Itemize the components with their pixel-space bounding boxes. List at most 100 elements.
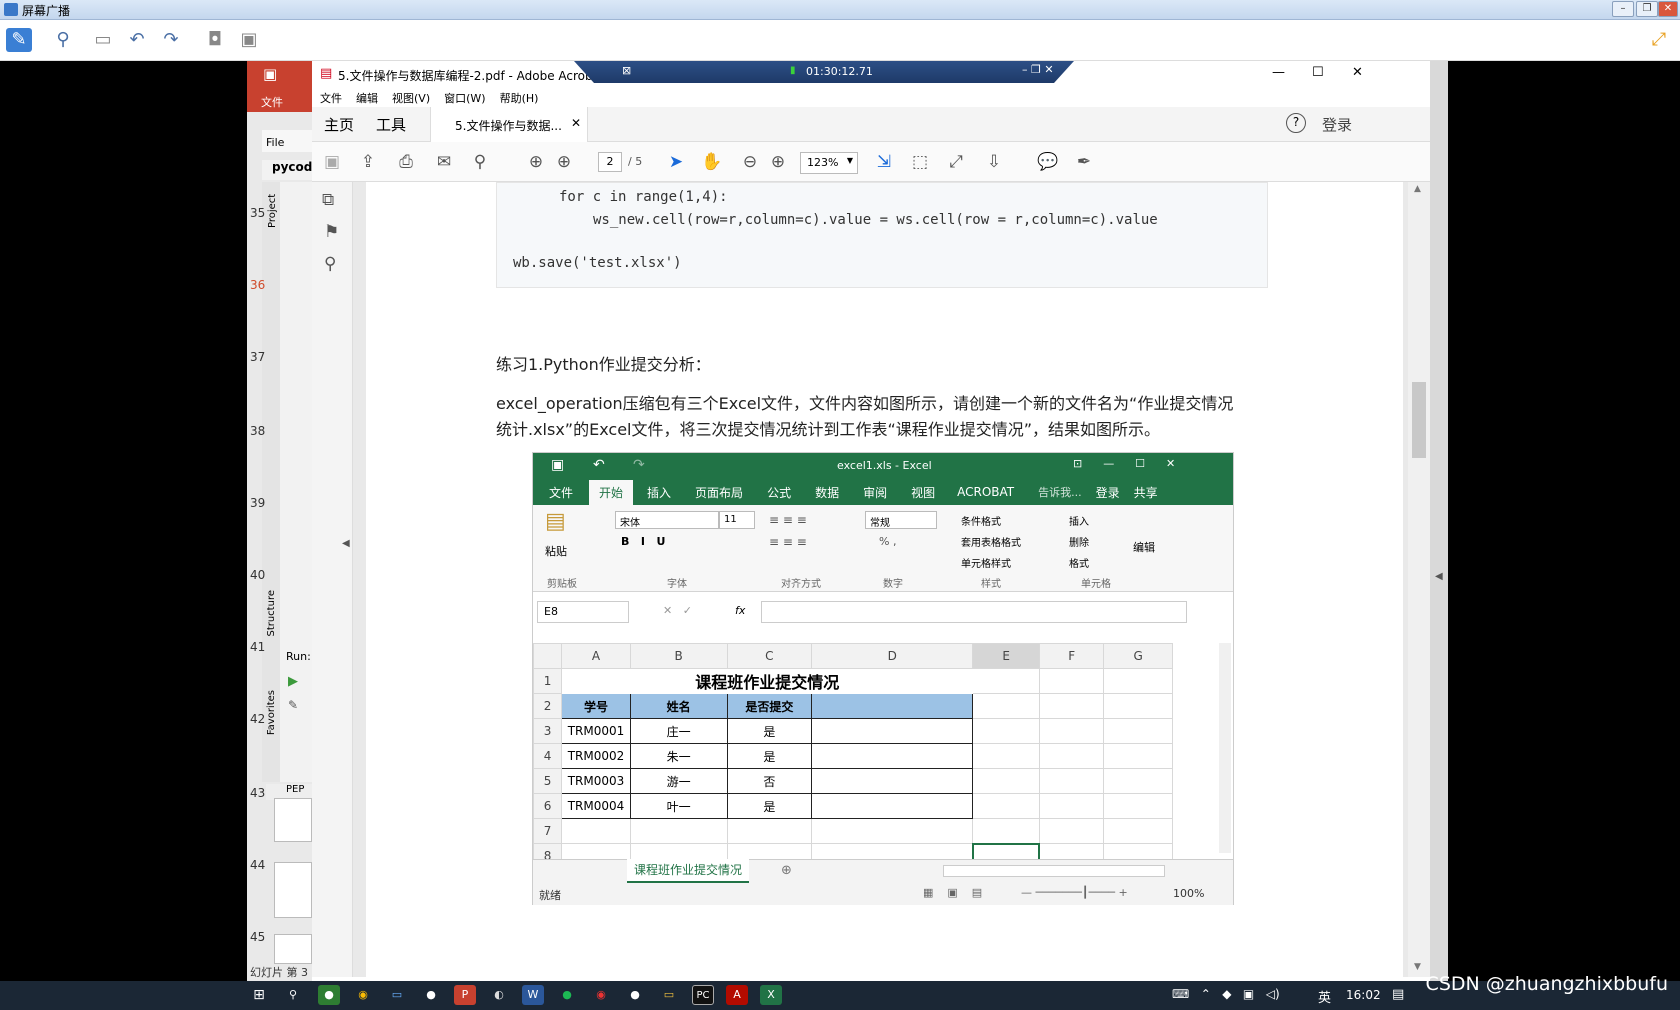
code-line: for c in range(1,4):: [559, 189, 728, 205]
powerpoint-icon[interactable]: P: [454, 985, 476, 1005]
print-icon[interactable]: ⎙: [394, 150, 418, 174]
name-box: E8: [537, 601, 629, 623]
acrobat-minimize[interactable]: —: [1272, 65, 1285, 80]
scroll-thumb[interactable]: [1412, 382, 1426, 458]
fit-page-icon[interactable]: ⬚: [908, 150, 932, 174]
menu-help[interactable]: 帮助(H): [500, 90, 539, 106]
select-arrow-icon[interactable]: ➤: [664, 150, 688, 174]
help-icon[interactable]: ?: [1286, 113, 1306, 133]
cell-item: 插入: [1069, 517, 1089, 528]
zoom-in-icon[interactable]: ⊕: [766, 150, 790, 174]
data-cell: TRM0004: [561, 793, 631, 819]
next-page-icon[interactable]: ⊕: [552, 150, 576, 174]
minimize-button[interactable]: –: [1612, 1, 1634, 17]
chat-icon[interactable]: ●: [420, 985, 442, 1005]
chrome-icon[interactable]: ◉: [352, 985, 374, 1005]
camera-icon[interactable]: ◘: [202, 28, 228, 52]
wrench-icon[interactable]: ✎: [288, 698, 298, 712]
excel-status: 就绪: [539, 889, 561, 902]
email-icon[interactable]: ✉: [432, 150, 456, 174]
undo-icon[interactable]: ↶: [124, 28, 150, 52]
tray-icons[interactable]: ⌨ ⌃ ◆ ▣ ◁): [1172, 987, 1280, 1001]
search-icon[interactable]: ⚲: [282, 985, 304, 1005]
slide-thumbnail[interactable]: [274, 798, 312, 842]
menu-file[interactable]: 文件: [320, 90, 342, 106]
broadcaster-title: 屏幕广播: [22, 4, 71, 18]
run-icon[interactable]: ▶: [288, 674, 298, 689]
notification-icon[interactable]: ▤: [1392, 987, 1404, 1002]
restore-button[interactable]: ❐: [1636, 1, 1658, 17]
wechat-icon[interactable]: ●: [318, 985, 340, 1005]
login-link[interactable]: 登录: [1322, 114, 1352, 135]
table-row: 4 TRM0002 朱一 是: [532, 743, 1173, 769]
tab-home[interactable]: 主页: [324, 114, 354, 135]
menu-window[interactable]: 窗口(W): [444, 90, 485, 106]
table-row: 3 TRM0001 庄一 是: [532, 718, 1173, 744]
word-icon[interactable]: W: [522, 985, 544, 1005]
favorites-tool-tab[interactable]: Favorites: [266, 690, 277, 735]
pycharm-file-menu[interactable]: File: [266, 136, 284, 149]
tab-tools[interactable]: 工具: [376, 114, 406, 135]
structure-tool-tab[interactable]: Structure: [266, 590, 277, 637]
fullscreen-icon[interactable]: ⤢: [1646, 28, 1672, 52]
screen-icon[interactable]: ▭: [90, 28, 116, 52]
page-total: / 5: [628, 155, 643, 168]
acrobat-icon[interactable]: A: [726, 985, 748, 1005]
message-icon[interactable]: ●: [624, 985, 646, 1005]
pycharm-icon[interactable]: PC: [692, 985, 714, 1005]
zoom-tool-icon[interactable]: ⚲: [50, 28, 76, 52]
pycharm-menu: File: [262, 130, 312, 152]
upload-icon[interactable]: ⇪: [356, 150, 380, 174]
close-button[interactable]: ✕: [1658, 1, 1678, 17]
ime-indicator[interactable]: 英: [1318, 987, 1331, 1006]
scroll-mode-icon[interactable]: ⇩: [982, 150, 1006, 174]
monitor-icon[interactable]: ▣: [236, 28, 262, 52]
tab-close-icon[interactable]: ✕: [571, 116, 581, 130]
folder-icon[interactable]: ▭: [658, 985, 680, 1005]
slide-thumbnail[interactable]: [274, 934, 312, 964]
pin-icon[interactable]: ⊠: [622, 64, 631, 77]
search-icon[interactable]: ⚲: [468, 150, 492, 174]
save-icon[interactable]: ▣: [320, 150, 344, 174]
pages-icon[interactable]: ⧉: [322, 190, 334, 210]
hand-icon[interactable]: ✋: [700, 150, 724, 174]
ppt-file-tab[interactable]: 文件: [261, 94, 283, 110]
fit-width-icon[interactable]: ⇲: [872, 150, 896, 174]
pen-icon[interactable]: ✒: [1072, 150, 1096, 174]
menu-view[interactable]: 视图(V): [392, 90, 430, 106]
slide-thumbnail[interactable]: [274, 862, 312, 918]
data-cell: 是: [726, 793, 813, 819]
clock[interactable]: 16:02: [1346, 988, 1381, 1002]
app-icon[interactable]: ◐: [488, 985, 510, 1005]
ppt-save-icon[interactable]: ▣: [263, 65, 277, 83]
zoom-out-icon[interactable]: ⊖: [738, 150, 762, 174]
app-red-icon[interactable]: ◉: [590, 985, 612, 1005]
start-icon[interactable]: ⊞: [248, 985, 270, 1005]
acrobat-vscroll[interactable]: ▲ ▼: [1408, 182, 1430, 977]
acrobat-close[interactable]: ✕: [1352, 65, 1363, 80]
pointer-tool-icon[interactable]: ✎: [6, 28, 32, 52]
edit-label: 编辑: [1133, 541, 1155, 554]
tab-document[interactable]: 5.文件操作与数据... ✕: [430, 107, 588, 142]
prev-page-icon[interactable]: ⊕: [524, 150, 548, 174]
expand-right-icon[interactable]: ◀: [1435, 571, 1443, 582]
ribbon-group: 数字: [883, 579, 903, 590]
collapse-left-icon[interactable]: ◀: [342, 538, 350, 549]
page-number-input[interactable]: 2: [598, 152, 622, 172]
ribbon-group: 样式: [981, 579, 1001, 590]
attachment-icon[interactable]: ⚲: [324, 254, 336, 274]
header-cell: 学号: [561, 693, 631, 719]
number-format-box: 常规: [865, 511, 937, 529]
redo-icon[interactable]: ↷: [158, 28, 184, 52]
timer-controls[interactable]: – ❐ ✕: [1022, 63, 1054, 76]
comment-icon[interactable]: 💬: [1036, 150, 1060, 174]
monitor-app-icon[interactable]: ▭: [386, 985, 408, 1005]
excel-icon[interactable]: X: [760, 985, 782, 1005]
acrobat-maximize[interactable]: ☐: [1312, 65, 1324, 80]
taskbar: ⊞ ⚲ ● ◉ ▭ ● P ◐ W ● ◉ ● ▭ PC A X ⌨ ⌃ ◆ ▣…: [0, 973, 1680, 1010]
fullscreen-icon[interactable]: ⤢: [944, 150, 968, 174]
bookmark-icon[interactable]: ⚑: [324, 222, 339, 242]
music-icon[interactable]: ●: [556, 985, 578, 1005]
zoom-select[interactable]: 123% ▼: [800, 152, 858, 174]
menu-edit[interactable]: 编辑: [356, 90, 378, 106]
